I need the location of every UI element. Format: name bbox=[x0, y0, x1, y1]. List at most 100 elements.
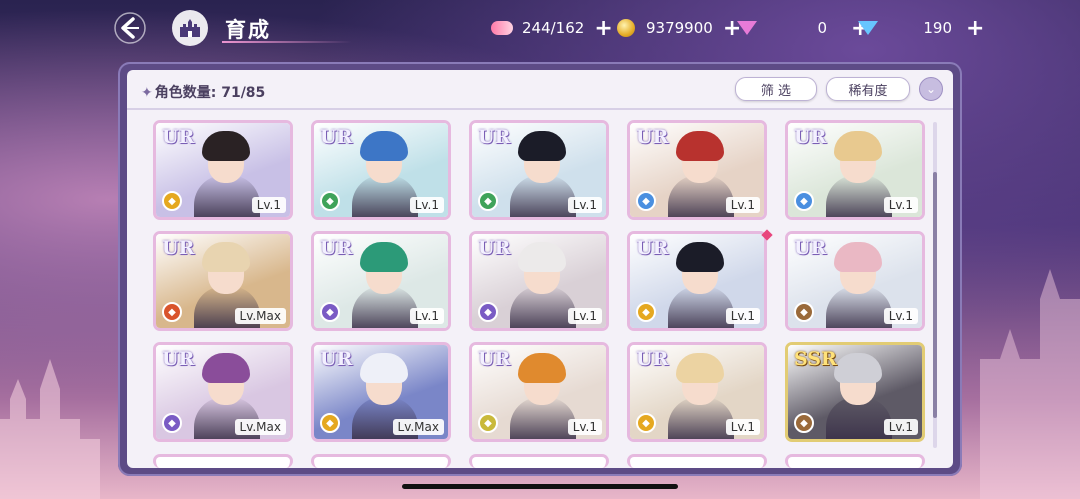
chevron-down-icon: ⌄ bbox=[925, 82, 937, 96]
attribute-icon: ◆ bbox=[478, 191, 498, 211]
character-card-partial[interactable] bbox=[311, 454, 451, 468]
rarity-badge: UR bbox=[636, 237, 669, 259]
attribute-icon: ◆ bbox=[794, 302, 814, 322]
top-bar: 育成 244/162 + 9379900 + 0 + 190 + bbox=[0, 0, 1080, 58]
home-button[interactable] bbox=[172, 10, 208, 46]
level-label: Lv.1 bbox=[567, 197, 602, 213]
candy-icon bbox=[490, 16, 514, 40]
attribute-icon: ◆ bbox=[636, 191, 656, 211]
character-card[interactable]: UR ◆ Lv.Max bbox=[153, 342, 293, 442]
coin-icon bbox=[614, 16, 638, 40]
rarity-badge: UR bbox=[320, 237, 353, 259]
character-hair bbox=[518, 242, 566, 272]
character-hair bbox=[676, 353, 724, 383]
scrollbar-thumb[interactable] bbox=[933, 172, 937, 418]
character-card-partial[interactable] bbox=[627, 454, 767, 468]
attribute-icon: ◆ bbox=[162, 413, 182, 433]
level-label: Lv.1 bbox=[251, 197, 286, 213]
castle-home-icon bbox=[180, 19, 200, 37]
character-card[interactable]: UR ◆ Lv.1 bbox=[627, 120, 767, 220]
level-label: Lv.1 bbox=[409, 197, 444, 213]
back-button[interactable] bbox=[110, 10, 150, 46]
level-label: Lv.Max bbox=[234, 308, 286, 324]
candy-resource: 244/162 + bbox=[490, 15, 613, 41]
character-hair bbox=[518, 131, 566, 161]
character-card[interactable]: UR ◆ Lv.1 bbox=[627, 342, 767, 442]
rarity-sort-button[interactable]: 稀有度 bbox=[826, 77, 910, 101]
character-card[interactable]: UR ◆ Lv.1 bbox=[785, 231, 925, 331]
character-hair bbox=[676, 242, 724, 272]
add-blue-gem-button[interactable]: + bbox=[966, 16, 984, 41]
character-card[interactable]: UR ◆ Lv.1 bbox=[153, 120, 293, 220]
character-hair bbox=[676, 131, 724, 161]
character-card[interactable]: UR ◆ Lv.Max bbox=[311, 342, 451, 442]
character-card[interactable]: SSR ◆ Lv.1 bbox=[785, 342, 925, 442]
attribute-icon: ◆ bbox=[636, 413, 656, 433]
rarity-badge: UR bbox=[478, 348, 511, 370]
character-hair bbox=[834, 353, 882, 383]
rarity-badge: UR bbox=[636, 348, 669, 370]
character-card[interactable]: UR ◆ Lv.1 bbox=[311, 231, 451, 331]
rarity-badge: UR bbox=[162, 237, 195, 259]
character-card[interactable]: UR ◆ Lv.1 bbox=[311, 120, 451, 220]
character-card[interactable]: UR ◆ Lv.1 bbox=[627, 231, 767, 331]
pink-gem-icon bbox=[735, 16, 759, 40]
character-card[interactable]: UR ◆ Lv.1 bbox=[469, 120, 609, 220]
filter-button[interactable]: 筛 选 bbox=[735, 77, 817, 101]
back-arrow-icon bbox=[114, 12, 146, 44]
character-card-partial[interactable] bbox=[153, 454, 293, 468]
character-card[interactable]: UR ◆ Lv.1 bbox=[785, 120, 925, 220]
character-panel: ✦ 角色数量: 71/85 筛 选 稀有度 ⌄ UR ◆ Lv.1 UR ◆ Lv.1 UR ◆… bbox=[127, 70, 953, 468]
blue-gem-icon bbox=[856, 16, 880, 40]
pink-gem-value: 0 bbox=[817, 19, 827, 37]
pink-gem-resource: 0 + bbox=[735, 15, 869, 41]
rarity-badge: UR bbox=[478, 237, 511, 259]
home-indicator[interactable] bbox=[402, 484, 678, 489]
level-label: Lv.1 bbox=[725, 197, 760, 213]
attribute-icon: ◆ bbox=[794, 413, 814, 433]
character-grid[interactable]: UR ◆ Lv.1 UR ◆ Lv.1 UR ◆ Lv.1 UR ◆ Lv.1 UR ◆ Lv.1 UR ◆ Lv… bbox=[127, 110, 953, 468]
add-candy-button[interactable]: + bbox=[594, 16, 612, 41]
blue-gem-value: 190 bbox=[923, 19, 952, 37]
character-card-partial[interactable] bbox=[469, 454, 609, 468]
attribute-icon: ◆ bbox=[162, 191, 182, 211]
attribute-icon: ◆ bbox=[320, 191, 340, 211]
character-hair bbox=[834, 242, 882, 272]
title-underline bbox=[222, 41, 352, 43]
coin-resource: 9379900 + bbox=[614, 15, 741, 41]
character-card[interactable]: UR ◆ Lv.1 bbox=[469, 231, 609, 331]
character-hair bbox=[518, 353, 566, 383]
character-card-partial[interactable] bbox=[785, 454, 925, 468]
rarity-badge: UR bbox=[320, 348, 353, 370]
attribute-icon: ◆ bbox=[162, 302, 182, 322]
candy-value: 244/162 bbox=[522, 19, 585, 37]
attribute-icon: ◆ bbox=[320, 413, 340, 433]
sort-order-button[interactable]: ⌄ bbox=[919, 77, 943, 101]
character-hair bbox=[834, 131, 882, 161]
level-label: Lv.Max bbox=[234, 419, 286, 435]
character-hair bbox=[360, 242, 408, 272]
attribute-icon: ◆ bbox=[636, 302, 656, 322]
sparkle-icon: ✦ bbox=[141, 85, 153, 101]
level-label: Lv.1 bbox=[883, 419, 918, 435]
character-hair bbox=[202, 131, 250, 161]
level-label: Lv.1 bbox=[883, 308, 918, 324]
character-hair bbox=[202, 353, 250, 383]
attribute-icon: ◆ bbox=[794, 191, 814, 211]
rarity-badge: SSR bbox=[794, 348, 837, 370]
rarity-badge: UR bbox=[162, 348, 195, 370]
character-card[interactable]: UR ◆ Lv.Max bbox=[153, 231, 293, 331]
level-label: Lv.1 bbox=[567, 308, 602, 324]
character-hair bbox=[360, 353, 408, 383]
level-label: Lv.1 bbox=[883, 197, 918, 213]
coin-value: 9379900 bbox=[646, 19, 713, 37]
rarity-badge: UR bbox=[478, 126, 511, 148]
blue-gem-resource: 190 + bbox=[856, 15, 984, 41]
rarity-badge: UR bbox=[162, 126, 195, 148]
attribute-icon: ◆ bbox=[478, 302, 498, 322]
rarity-badge: UR bbox=[794, 126, 827, 148]
level-label: Lv.1 bbox=[725, 419, 760, 435]
page-title: 育成 bbox=[225, 18, 271, 42]
level-label: Lv.1 bbox=[567, 419, 602, 435]
character-card[interactable]: UR ◆ Lv.1 bbox=[469, 342, 609, 442]
